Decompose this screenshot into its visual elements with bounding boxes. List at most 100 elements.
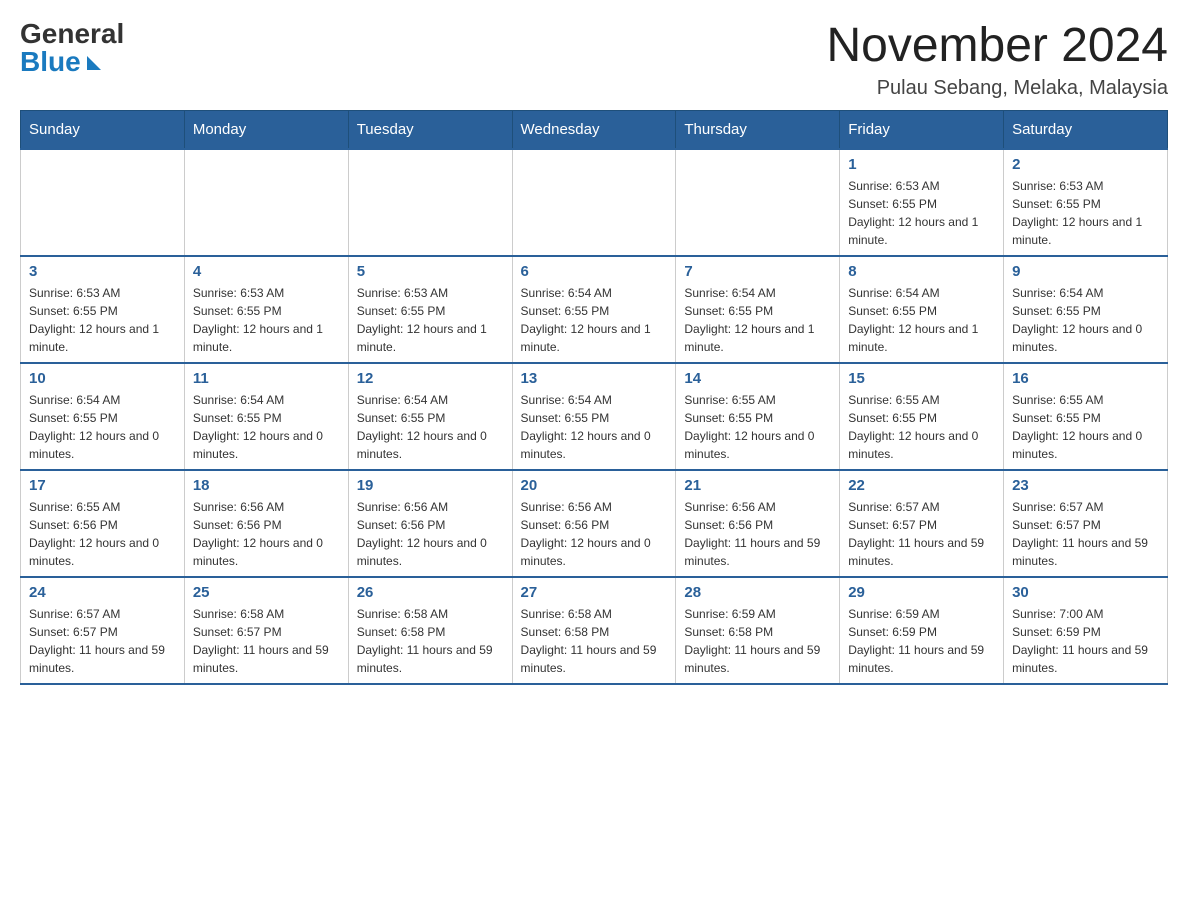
day-number: 14 [684,370,831,387]
day-info: Sunrise: 6:54 AM Sunset: 6:55 PM Dayligh… [521,284,668,356]
day-number: 28 [684,584,831,601]
table-row: 21 Sunrise: 6:56 AM Sunset: 6:56 PM Dayli… [676,470,840,577]
table-row: 8 Sunrise: 6:54 AM Sunset: 6:55 PM Daylig… [840,256,1004,363]
day-info: Sunrise: 6:58 AM Sunset: 6:58 PM Dayligh… [357,605,504,677]
calendar-table: Sunday Monday Tuesday Wednesday Thursday… [20,110,1168,685]
location-subtitle: Pulau Sebang, Melaka, Malaysia [826,77,1168,100]
table-row: 13Sunrise: 6:54 AM Sunset: 6:55 PM Dayli… [512,363,676,470]
table-row: 19 Sunrise: 6:56 AM Sunset: 6:56 PM Dayli… [348,470,512,577]
day-number: 1 [848,156,995,173]
day-info: Sunrise: 6:54 AM Sunset: 6:55 PM Dayligh… [357,391,504,463]
day-number: 5 [357,263,504,280]
day-info: Sunrise: 6:57 AM Sunset: 6:57 PM Dayligh… [1012,498,1159,570]
day-info: Sunrise: 6:56 AM Sunset: 6:56 PM Dayligh… [193,498,340,570]
day-number: 27 [521,584,668,601]
day-number: 17 [29,477,176,494]
header-thursday: Thursday [676,110,840,149]
day-number: 24 [29,584,176,601]
table-row: 27 Sunrise: 6:58 AM Sunset: 6:58 PM Dayli… [512,577,676,684]
day-number: 20 [521,477,668,494]
header-wednesday: Wednesday [512,110,676,149]
logo-general: General [20,20,124,48]
page-header: General Blue November 2024 Pulau Sebang,… [20,20,1168,100]
table-row [512,149,676,256]
day-number: 6 [521,263,668,280]
weekday-header-row: Sunday Monday Tuesday Wednesday Thursday… [21,110,1168,149]
day-number: 21 [684,477,831,494]
day-number: 10 [29,370,176,387]
day-info: Sunrise: 6:53 AM Sunset: 6:55 PM Dayligh… [848,177,995,249]
day-number: 8 [848,263,995,280]
table-row: 1 Sunrise: 6:53 AM Sunset: 6:55 PM Daylig… [840,149,1004,256]
day-number: 22 [848,477,995,494]
calendar-week-row: 24 Sunrise: 6:57 AM Sunset: 6:57 PM Dayli… [21,577,1168,684]
table-row [184,149,348,256]
logo-blue: Blue [20,48,101,76]
day-info: Sunrise: 6:55 AM Sunset: 6:55 PM Dayligh… [848,391,995,463]
table-row: 23 Sunrise: 6:57 AM Sunset: 6:57 PM Dayli… [1004,470,1168,577]
day-number: 16 [1012,370,1159,387]
day-info: Sunrise: 6:59 AM Sunset: 6:58 PM Dayligh… [684,605,831,677]
day-info: Sunrise: 6:56 AM Sunset: 6:56 PM Dayligh… [684,498,831,570]
table-row: 6 Sunrise: 6:54 AM Sunset: 6:55 PM Daylig… [512,256,676,363]
table-row: 30 Sunrise: 7:00 AM Sunset: 6:59 PM Dayli… [1004,577,1168,684]
table-row: 20 Sunrise: 6:56 AM Sunset: 6:56 PM Dayli… [512,470,676,577]
table-row: 2 Sunrise: 6:53 AM Sunset: 6:55 PM Daylig… [1004,149,1168,256]
table-row: 24 Sunrise: 6:57 AM Sunset: 6:57 PM Dayli… [21,577,185,684]
table-row: 10 Sunrise: 6:54 AM Sunset: 6:55 PM Dayli… [21,363,185,470]
table-row: 16 Sunrise: 6:55 AM Sunset: 6:55 PM Dayli… [1004,363,1168,470]
table-row: 29Sunrise: 6:59 AM Sunset: 6:59 PM Dayli… [840,577,1004,684]
day-info: Sunrise: 6:55 AM Sunset: 6:56 PM Dayligh… [29,498,176,570]
day-number: 2 [1012,156,1159,173]
day-info: Sunrise: 6:58 AM Sunset: 6:58 PM Dayligh… [521,605,668,677]
day-number: 25 [193,584,340,601]
day-info: Sunrise: 6:56 AM Sunset: 6:56 PM Dayligh… [357,498,504,570]
table-row: 9 Sunrise: 6:54 AM Sunset: 6:55 PM Daylig… [1004,256,1168,363]
day-number: 18 [193,477,340,494]
day-info: Sunrise: 6:53 AM Sunset: 6:55 PM Dayligh… [357,284,504,356]
day-number: 4 [193,263,340,280]
table-row: 12 Sunrise: 6:54 AM Sunset: 6:55 PM Dayli… [348,363,512,470]
day-info: Sunrise: 6:55 AM Sunset: 6:55 PM Dayligh… [1012,391,1159,463]
header-friday: Friday [840,110,1004,149]
day-number: 13 [521,370,668,387]
day-info: Sunrise: 6:53 AM Sunset: 6:55 PM Dayligh… [1012,177,1159,249]
day-number: 9 [1012,263,1159,280]
day-info: Sunrise: 6:54 AM Sunset: 6:55 PM Dayligh… [684,284,831,356]
table-row: 25 Sunrise: 6:58 AM Sunset: 6:57 PM Dayli… [184,577,348,684]
table-row: 5 Sunrise: 6:53 AM Sunset: 6:55 PM Daylig… [348,256,512,363]
day-info: Sunrise: 6:55 AM Sunset: 6:55 PM Dayligh… [684,391,831,463]
day-number: 11 [193,370,340,387]
table-row: 14 Sunrise: 6:55 AM Sunset: 6:55 PM Dayli… [676,363,840,470]
day-info: Sunrise: 6:54 AM Sunset: 6:55 PM Dayligh… [29,391,176,463]
table-row [21,149,185,256]
day-info: Sunrise: 6:54 AM Sunset: 6:55 PM Dayligh… [193,391,340,463]
table-row: 15Sunrise: 6:55 AM Sunset: 6:55 PM Dayli… [840,363,1004,470]
day-number: 26 [357,584,504,601]
table-row [348,149,512,256]
day-number: 7 [684,263,831,280]
day-number: 29 [848,584,995,601]
day-info: Sunrise: 6:53 AM Sunset: 6:55 PM Dayligh… [29,284,176,356]
day-info: Sunrise: 6:54 AM Sunset: 6:55 PM Dayligh… [1012,284,1159,356]
header-tuesday: Tuesday [348,110,512,149]
table-row: 18 Sunrise: 6:56 AM Sunset: 6:56 PM Dayli… [184,470,348,577]
day-number: 23 [1012,477,1159,494]
header-monday: Monday [184,110,348,149]
calendar-week-row: 10 Sunrise: 6:54 AM Sunset: 6:55 PM Dayli… [21,363,1168,470]
header-saturday: Saturday [1004,110,1168,149]
day-number: 3 [29,263,176,280]
table-row: 3 Sunrise: 6:53 AM Sunset: 6:55 PM Daylig… [21,256,185,363]
table-row [676,149,840,256]
day-info: Sunrise: 6:57 AM Sunset: 6:57 PM Dayligh… [29,605,176,677]
day-info: Sunrise: 6:56 AM Sunset: 6:56 PM Dayligh… [521,498,668,570]
day-number: 19 [357,477,504,494]
day-info: Sunrise: 6:57 AM Sunset: 6:57 PM Dayligh… [848,498,995,570]
day-info: Sunrise: 7:00 AM Sunset: 6:59 PM Dayligh… [1012,605,1159,677]
day-number: 12 [357,370,504,387]
day-info: Sunrise: 6:58 AM Sunset: 6:57 PM Dayligh… [193,605,340,677]
table-row: 26 Sunrise: 6:58 AM Sunset: 6:58 PM Dayli… [348,577,512,684]
table-row: 28 Sunrise: 6:59 AM Sunset: 6:58 PM Dayli… [676,577,840,684]
day-number: 30 [1012,584,1159,601]
day-info: Sunrise: 6:54 AM Sunset: 6:55 PM Dayligh… [848,284,995,356]
